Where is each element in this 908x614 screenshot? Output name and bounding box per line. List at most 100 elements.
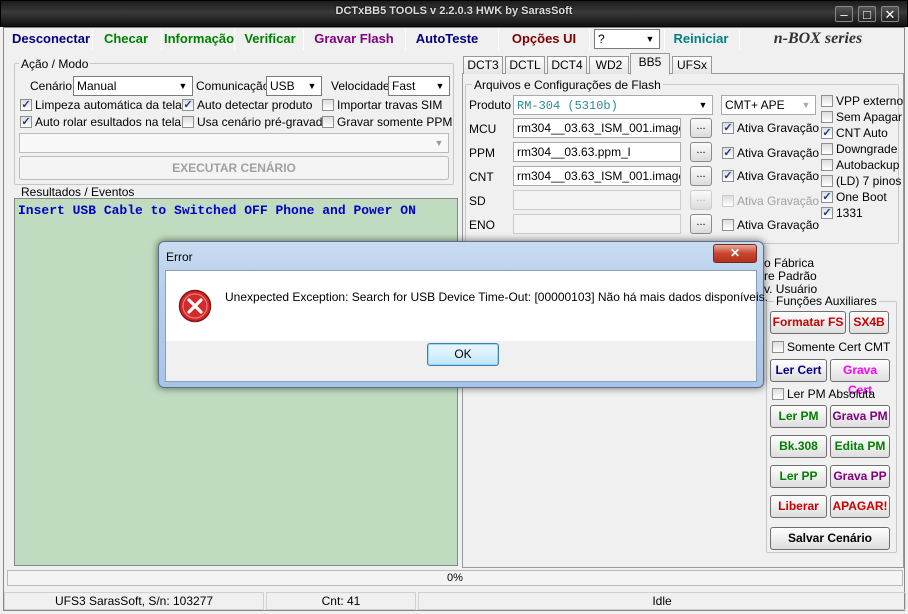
ler-pp-button[interactable]: Ler PP [770,465,827,488]
importar-travas-checkbox[interactable] [322,99,334,111]
eno-browse-button[interactable]: ... [690,214,712,234]
mcu-browse-button[interactable]: ... [690,118,712,138]
cenario-select[interactable]: Manual ▼ [73,76,193,96]
dialog-body: Unexpected Exception: Search for USB Dev… [165,270,768,382]
autoteste-button[interactable]: AutoTeste [411,29,483,51]
one-boot-label: One Boot [836,190,887,204]
sd-file-field[interactable] [513,190,681,210]
tab-dctl[interactable]: DCTL [505,56,545,74]
mcu-ativa-checkbox[interactable]: ✓ [722,122,734,134]
tab-ufsx[interactable]: UFSx [672,56,712,74]
formatar-fs-button[interactable]: Formatar FS [770,311,846,334]
downgrade-checkbox[interactable] [821,143,833,155]
cnt-label: CNT [469,170,494,184]
ler-pm-absoluta-checkbox[interactable] [772,388,784,400]
opcoes-ui-button[interactable]: Opções UI [506,29,582,51]
tab-dct4[interactable]: DCT4 [547,56,587,74]
cnt-file-field[interactable]: rm304__03.63_ISM_001.image_l_ [513,166,681,186]
sd-ativa-checkbox[interactable] [722,195,734,207]
error-dialog: Error ✕ Unexpected Exception: Search for… [158,241,768,388]
cnt-ativa-label: Ativa Gravação [737,169,820,183]
mcu-file-field[interactable]: rm304__03.63_ISM_001.image_l_ [513,118,681,138]
tab-bb5[interactable]: BB5 [630,53,670,75]
gravar-ppm-checkbox[interactable] [322,116,334,128]
bk308-button[interactable]: Bk.308 [770,435,827,458]
comunicacao-select[interactable]: USB ▼ [266,76,322,96]
auto-detectar-checkbox[interactable]: ✓ [182,99,194,111]
ler-cert-button[interactable]: Ler Cert [770,359,827,382]
status-device: UFS3 SarasSoft, S/n: 103277 [4,592,264,610]
reiniciar-button[interactable]: Reiniciar [668,29,734,51]
cmt-value: CMT+ APE [725,98,785,112]
ppm-browse-button[interactable]: ... [690,142,712,162]
chevron-down-icon: ▼ [307,81,317,91]
somente-cert-label: Somente Cert CMT [787,340,891,354]
toolbar-separator [739,30,740,50]
checar-button[interactable]: Checar [98,29,154,51]
desconectar-button[interactable]: Desconectar [10,29,92,51]
cnt-auto-label: CNT Auto [836,126,888,140]
liberar-button[interactable]: Liberar [770,495,827,518]
option-1331-checkbox[interactable]: ✓ [821,207,833,219]
toolbar-separator [92,30,93,50]
ler-pm-absoluta-label: Ler PM Absoluta [787,387,876,401]
tab-wd2[interactable]: WD2 [589,56,629,74]
chevron-down-icon: ▼ [645,34,655,44]
dialog-close-button[interactable]: ✕ [713,244,757,263]
status-count: Cnt: 41 [266,592,416,610]
vpp-externo-label: VPP externo [836,94,904,108]
close-window-button[interactable]: ✕ [881,6,899,22]
executar-cenario-button[interactable]: EXECUTAR CENÁRIO [19,156,449,180]
produto-select[interactable]: RM-304 (5310b) ▼ [513,95,713,115]
comunicacao-label: Comunicação [196,79,270,93]
usa-cenario-label: Usa cenário pré-gravado [197,115,330,129]
toolbar-select[interactable]: ? ▼ [594,29,660,49]
grava-pp-button[interactable]: Grava PP [830,465,890,488]
usa-cenario-checkbox[interactable] [182,116,194,128]
grava-pm-button[interactable]: Grava PM [830,405,890,428]
edita-pm-button[interactable]: Edita PM [830,435,890,458]
progress-bar: 0% [7,570,903,586]
dialog-content: Unexpected Exception: Search for USB Dev… [166,271,768,341]
eno-ativa-label: Ativa Gravação [737,218,820,232]
apagar-button[interactable]: APAGAR! [830,495,890,518]
sx4b-button[interactable]: SX4B [849,311,889,334]
ppm-ativa-checkbox[interactable]: ✓ [722,147,734,159]
fabrica-label: o Fábrica [764,256,815,270]
brand-logo: n-BOX series [773,30,863,47]
dialog-message: Unexpected Exception: Search for USB Dev… [225,290,768,304]
velocidade-label: Velocidade [331,79,390,93]
informacao-button[interactable]: Informação [164,29,234,51]
one-boot-checkbox[interactable]: ✓ [821,191,833,203]
maximize-button[interactable]: □ [858,6,876,22]
minimize-button[interactable]: – [835,6,853,22]
velocidade-select[interactable]: Fast ▼ [388,76,450,96]
ler-pm-button[interactable]: Ler PM [770,405,827,428]
ppm-file-field[interactable]: rm304__03.63.ppm_l [513,142,681,162]
grava-cert-button[interactable]: Grava Cert [830,359,890,397]
ok-button[interactable]: OK [427,343,499,366]
somente-cert-checkbox[interactable] [772,341,784,353]
ld-7-pinos-checkbox[interactable] [821,175,833,187]
cmt-select[interactable]: CMT+ APE ▼ [721,95,816,115]
sem-apagar-checkbox[interactable] [821,111,833,123]
acao-modo-label: Ação / Modo [19,57,91,71]
eno-file-field[interactable] [513,214,681,234]
cnt-auto-checkbox[interactable]: ✓ [821,127,833,139]
autobackup-checkbox[interactable] [821,159,833,171]
auto-rolar-checkbox[interactable]: ✓ [20,116,32,128]
tab-dct3[interactable]: DCT3 [463,56,503,74]
sd-browse-button[interactable]: ... [690,190,712,210]
eno-ativa-checkbox[interactable] [722,219,734,231]
verificar-button[interactable]: Verificar [240,29,300,51]
salvar-cenario-button[interactable]: Salvar Cenário [770,527,890,550]
gravar-flash-button[interactable]: Gravar Flash [309,29,399,51]
ld-7-pinos-label: (LD) 7 pinos [836,174,902,188]
scenario-file-select[interactable]: ▼ [19,133,449,153]
cnt-browse-button[interactable]: ... [690,166,712,186]
cnt-ativa-checkbox[interactable]: ✓ [722,170,734,182]
limpeza-checkbox[interactable]: ✓ [20,99,32,111]
cenario-value: Manual [77,79,117,93]
vpp-externo-checkbox[interactable] [821,95,833,107]
cenario-label: Cenário [30,79,73,93]
